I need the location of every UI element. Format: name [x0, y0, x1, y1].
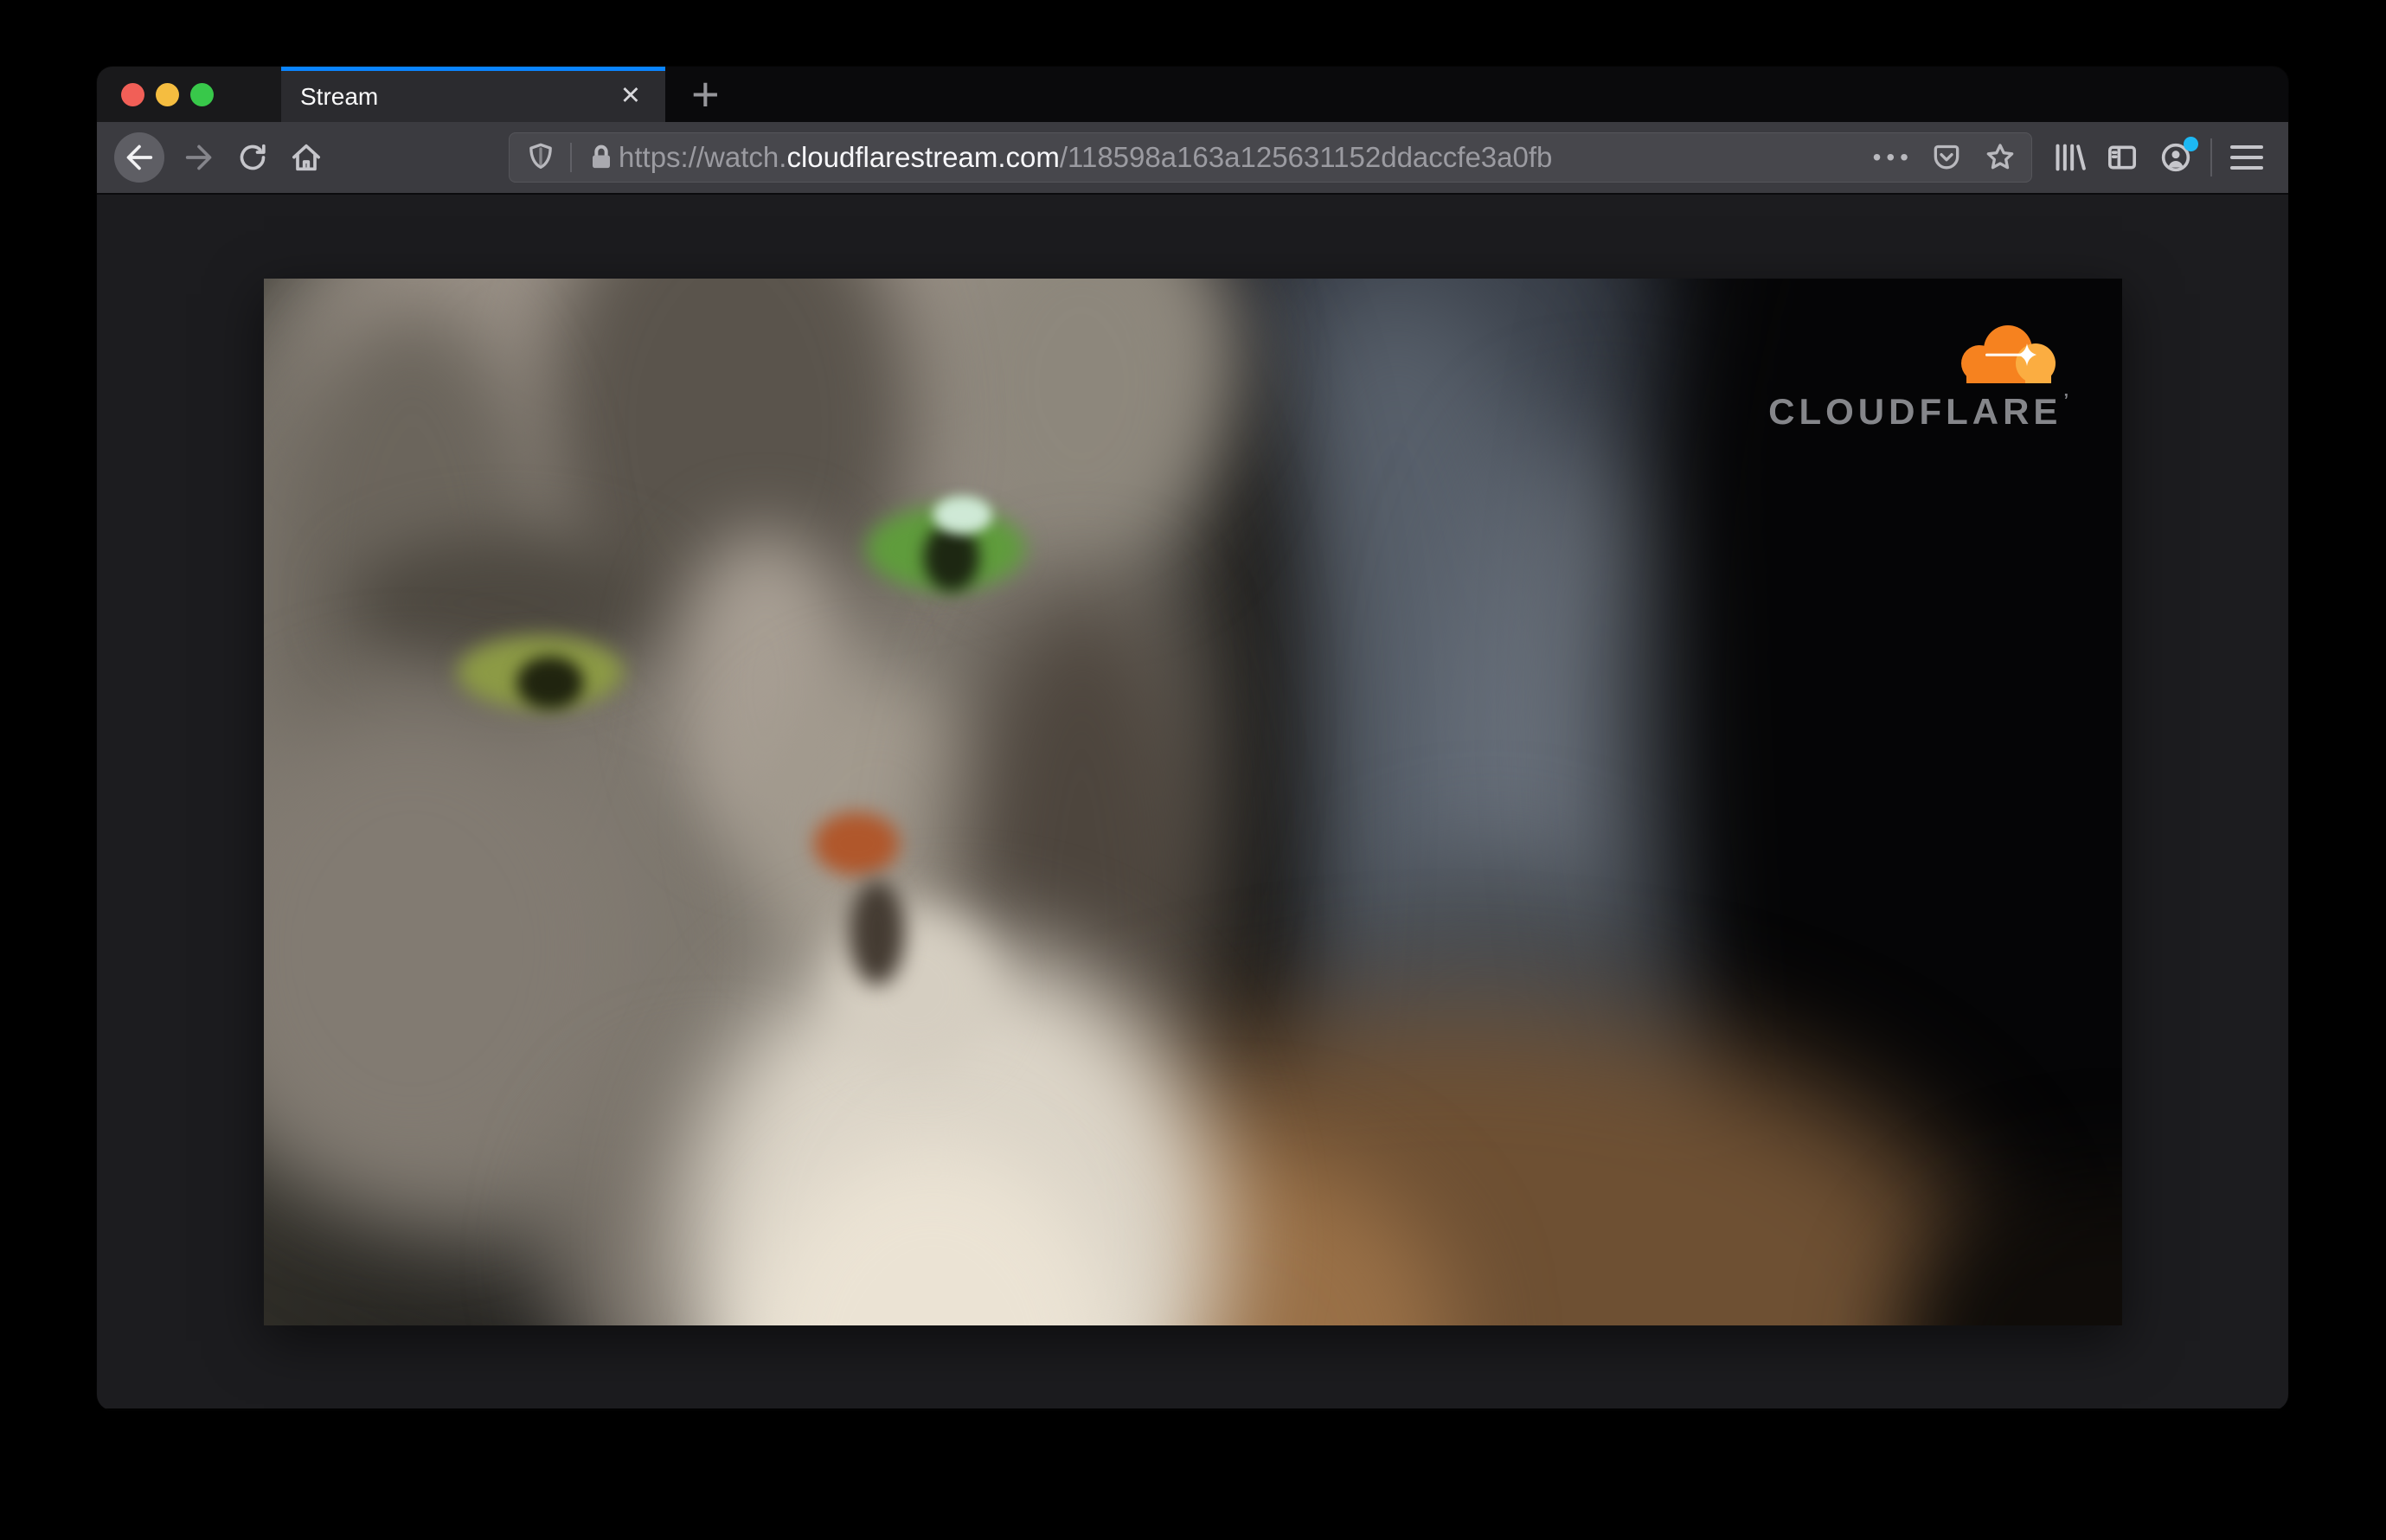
tab-stream[interactable]: Stream ✕	[281, 67, 665, 122]
url-text[interactable]: https://watch.cloudflarestream.com/11859…	[619, 141, 1866, 174]
cloudflare-wordmark: CLOUDFLARE’	[1768, 391, 2069, 432]
urlbar-separator	[570, 143, 572, 172]
tab-strip-empty-area: +	[665, 67, 2288, 122]
account-notification-dot	[2184, 137, 2198, 151]
tracking-protection-shield-icon[interactable]	[523, 140, 558, 175]
home-button[interactable]	[282, 133, 330, 182]
video-player-surface[interactable]: CLOUDFLARE’	[264, 279, 2122, 1325]
page-actions-button[interactable]: •••	[1873, 145, 1914, 170]
url-path: /118598a163a125631152ddaccfe3a0fb	[1059, 141, 1553, 173]
tab-title: Stream	[300, 82, 379, 110]
home-icon	[292, 144, 320, 171]
tab-close-icon[interactable]: ✕	[615, 80, 646, 112]
browser-window: Stream ✕ + https://watch.cloudflarestrea…	[97, 67, 2288, 1410]
address-bar[interactable]: https://watch.cloudflarestream.com/11859…	[509, 132, 2032, 183]
zoom-window-button[interactable]	[190, 82, 214, 106]
cat-nose	[813, 812, 900, 876]
bookmark-star-button[interactable]	[1976, 133, 2024, 182]
pocket-save-button[interactable]	[1922, 133, 1971, 182]
tab-bar: Stream ✕ +	[97, 67, 2288, 122]
url-domain: cloudflarestream.com	[786, 141, 1060, 173]
cloudflare-cloud-icon	[1961, 325, 2056, 383]
star-icon	[1986, 144, 2014, 170]
library-icon	[2056, 144, 2086, 171]
url-scheme-subdomain: https://watch.	[619, 141, 787, 173]
close-window-button[interactable]	[121, 82, 144, 106]
sidebar-toggle-button[interactable]	[2098, 133, 2146, 182]
new-tab-button[interactable]: +	[683, 70, 728, 119]
traffic-light-strip	[97, 67, 281, 122]
reload-button[interactable]	[228, 133, 277, 182]
account-button[interactable]	[2152, 133, 2200, 182]
menu-button[interactable]	[2222, 133, 2271, 182]
toolbar-separator	[2210, 138, 2212, 176]
page-content: CLOUDFLARE’	[97, 193, 2288, 1408]
https-lock-icon[interactable]	[584, 140, 619, 175]
back-arrow-icon	[126, 144, 153, 170]
reload-icon	[240, 144, 266, 170]
cloudflare-watermark: CLOUDFLARE’	[1768, 320, 2069, 433]
navigation-toolbar: https://watch.cloudflarestream.com/11859…	[97, 122, 2288, 193]
library-button[interactable]	[2044, 133, 2093, 182]
forward-arrow-icon	[185, 144, 212, 170]
back-button[interactable]	[114, 132, 164, 183]
pocket-icon	[1934, 144, 1959, 170]
forward-button[interactable]	[175, 133, 223, 182]
minimize-window-button[interactable]	[156, 82, 179, 106]
sidebar-icon	[2108, 145, 2136, 170]
